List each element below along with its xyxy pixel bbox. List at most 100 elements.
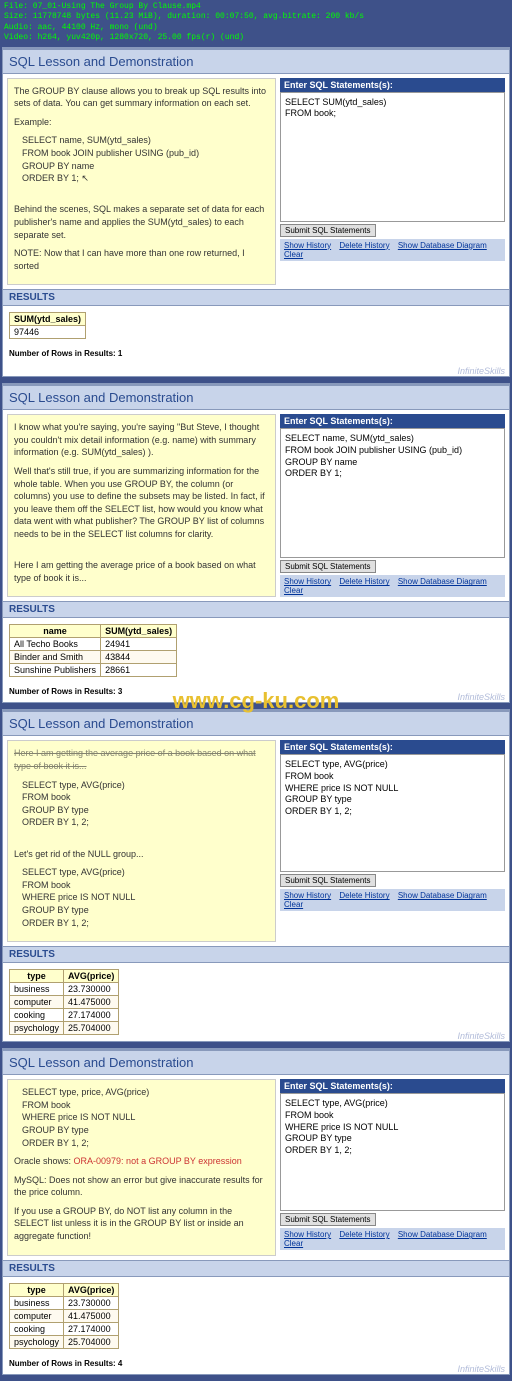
watermark: InfiniteSkills: [457, 366, 505, 376]
cell: computer: [10, 996, 64, 1009]
cell: All Techo Books: [10, 638, 101, 651]
note-text: Let's get rid of the NULL group...: [14, 848, 269, 861]
show-history-link[interactable]: Show History: [284, 241, 331, 250]
cell: cooking: [10, 1322, 64, 1335]
action-links: Show History Delete History Show Databas…: [280, 889, 505, 911]
sql-line: FROM book: [22, 1100, 71, 1110]
delete-history-link[interactable]: Delete History: [339, 1230, 389, 1239]
panel-title: SQL Lesson and Demonstration: [3, 48, 509, 74]
clear-link[interactable]: Clear: [284, 250, 303, 259]
submit-button[interactable]: Submit SQL Statements: [280, 874, 376, 887]
cell: 23.730000: [64, 1296, 119, 1309]
note-text: Here I am getting the average price of a…: [14, 747, 269, 772]
cell: 27.174000: [64, 1322, 119, 1335]
note-text: I know what you're saying, you're saying…: [14, 421, 269, 459]
sql-line: WHERE price IS NOT NULL: [22, 1112, 135, 1122]
results-body: typeAVG(price) business23.730000 compute…: [3, 963, 509, 1041]
row-count: Number of Rows in Results: 3: [9, 687, 503, 696]
action-links: Show History Delete History Show Databas…: [280, 575, 505, 597]
show-db-link[interactable]: Show Database Diagram: [398, 241, 487, 250]
col-header: SUM(ytd_sales): [10, 313, 86, 326]
panel-title: SQL Lesson and Demonstration: [3, 384, 509, 410]
file-metadata: File: 07_01-Using The Group By Clause.mp…: [0, 0, 512, 46]
lesson-note: The GROUP BY clause allows you to break …: [7, 78, 276, 286]
file-name: File: 07_01-Using The Group By Clause.mp…: [4, 2, 508, 12]
note-text: Behind the scenes, SQL makes a separate …: [14, 203, 269, 241]
sql-line: FROM book: [22, 880, 71, 890]
lesson-panel-2: SQL Lesson and Demonstration I know what…: [2, 383, 510, 703]
submit-button[interactable]: Submit SQL Statements: [280, 560, 376, 573]
cell: computer: [10, 1309, 64, 1322]
sql-line: SELECT name, SUM(ytd_sales): [22, 135, 151, 145]
results-body: typeAVG(price) business23.730000 compute…: [3, 1277, 509, 1374]
cell: 97446: [10, 326, 86, 339]
file-audio: Audio: aac, 44100 Hz, mono (und): [4, 23, 508, 33]
cell: 23.730000: [64, 983, 119, 996]
cell: Sunshine Publishers: [10, 664, 101, 677]
sql-line: GROUP BY name: [22, 161, 94, 171]
sql-input-header: Enter SQL Statements(s):: [280, 1079, 505, 1093]
col-header: type: [10, 1283, 64, 1296]
delete-history-link[interactable]: Delete History: [339, 577, 389, 586]
sql-line: SELECT type, AVG(price): [22, 780, 125, 790]
cell: business: [10, 1296, 64, 1309]
sql-line: ORDER BY 1, 2;: [22, 817, 89, 827]
show-db-link[interactable]: Show Database Diagram: [398, 891, 487, 900]
cell: 28661: [101, 664, 177, 677]
note-text: Here I am getting the average price of a…: [14, 559, 269, 584]
lesson-note: I know what you're saying, you're saying…: [7, 414, 276, 597]
show-history-link[interactable]: Show History: [284, 577, 331, 586]
sql-textarea[interactable]: SELECT name, SUM(ytd_sales) FROM book JO…: [280, 428, 505, 558]
sql-input-header: Enter SQL Statements(s):: [280, 414, 505, 428]
row-count: Number of Rows in Results: 4: [9, 1359, 503, 1368]
clear-link[interactable]: Clear: [284, 586, 303, 595]
lesson-panel-1: SQL Lesson and Demonstration The GROUP B…: [2, 47, 510, 378]
lesson-panel-3: SQL Lesson and Demonstration Here I am g…: [2, 709, 510, 1042]
lesson-note: Here I am getting the average price of a…: [7, 740, 276, 942]
lesson-note: SELECT type, price, AVG(price) FROM book…: [7, 1079, 276, 1256]
cell: 24941: [101, 638, 177, 651]
sql-line: ORDER BY 1;: [22, 173, 79, 183]
sql-input-header: Enter SQL Statements(s):: [280, 78, 505, 92]
clear-link[interactable]: Clear: [284, 900, 303, 909]
panel-title: SQL Lesson and Demonstration: [3, 1049, 509, 1075]
cell: psychology: [10, 1335, 64, 1348]
cell: 27.174000: [64, 1009, 119, 1022]
ora-label: Oracle shows:: [14, 1156, 74, 1166]
results-table: nameSUM(ytd_sales) All Techo Books24941 …: [9, 624, 177, 677]
show-history-link[interactable]: Show History: [284, 891, 331, 900]
action-links: Show History Delete History Show Databas…: [280, 1228, 505, 1250]
sql-input-header: Enter SQL Statements(s):: [280, 740, 505, 754]
sql-line: SELECT type, AVG(price): [22, 867, 125, 877]
results-header: RESULTS: [3, 946, 509, 963]
results-header: RESULTS: [3, 1260, 509, 1277]
watermark: InfiniteSkills: [457, 1031, 505, 1041]
sql-line: GROUP BY type: [22, 905, 89, 915]
delete-history-link[interactable]: Delete History: [339, 241, 389, 250]
clear-link[interactable]: Clear: [284, 1239, 303, 1248]
submit-button[interactable]: Submit SQL Statements: [280, 1213, 376, 1226]
delete-history-link[interactable]: Delete History: [339, 891, 389, 900]
show-db-link[interactable]: Show Database Diagram: [398, 577, 487, 586]
submit-button[interactable]: Submit SQL Statements: [280, 224, 376, 237]
show-history-link[interactable]: Show History: [284, 1230, 331, 1239]
cursor-icon: ↖: [81, 172, 89, 185]
note-text: The GROUP BY clause allows you to break …: [14, 85, 269, 110]
cell: 41.475000: [64, 996, 119, 1009]
cell: cooking: [10, 1009, 64, 1022]
note-text: If you use a GROUP BY, do NOT list any c…: [14, 1205, 269, 1243]
sql-line: FROM book JOIN publisher USING (pub_id): [22, 148, 199, 158]
sql-textarea[interactable]: SELECT SUM(ytd_sales) FROM book;: [280, 92, 505, 222]
cell: 41.475000: [64, 1309, 119, 1322]
row-count: Number of Rows in Results: 1: [9, 349, 503, 358]
file-video: Video: h264, yuv420p, 1280x720, 25.00 fp…: [4, 33, 508, 43]
results-header: RESULTS: [3, 289, 509, 306]
sql-textarea[interactable]: SELECT type, AVG(price) FROM book WHERE …: [280, 754, 505, 872]
note-text: MySQL: Does not show an error but give i…: [14, 1174, 269, 1199]
cell: 43844: [101, 651, 177, 664]
cell: psychology: [10, 1022, 64, 1035]
sql-textarea[interactable]: SELECT type, AVG(price) FROM book WHERE …: [280, 1093, 505, 1211]
show-db-link[interactable]: Show Database Diagram: [398, 1230, 487, 1239]
lesson-panel-4: SQL Lesson and Demonstration SELECT type…: [2, 1048, 510, 1375]
sql-line: SELECT type, price, AVG(price): [22, 1087, 149, 1097]
